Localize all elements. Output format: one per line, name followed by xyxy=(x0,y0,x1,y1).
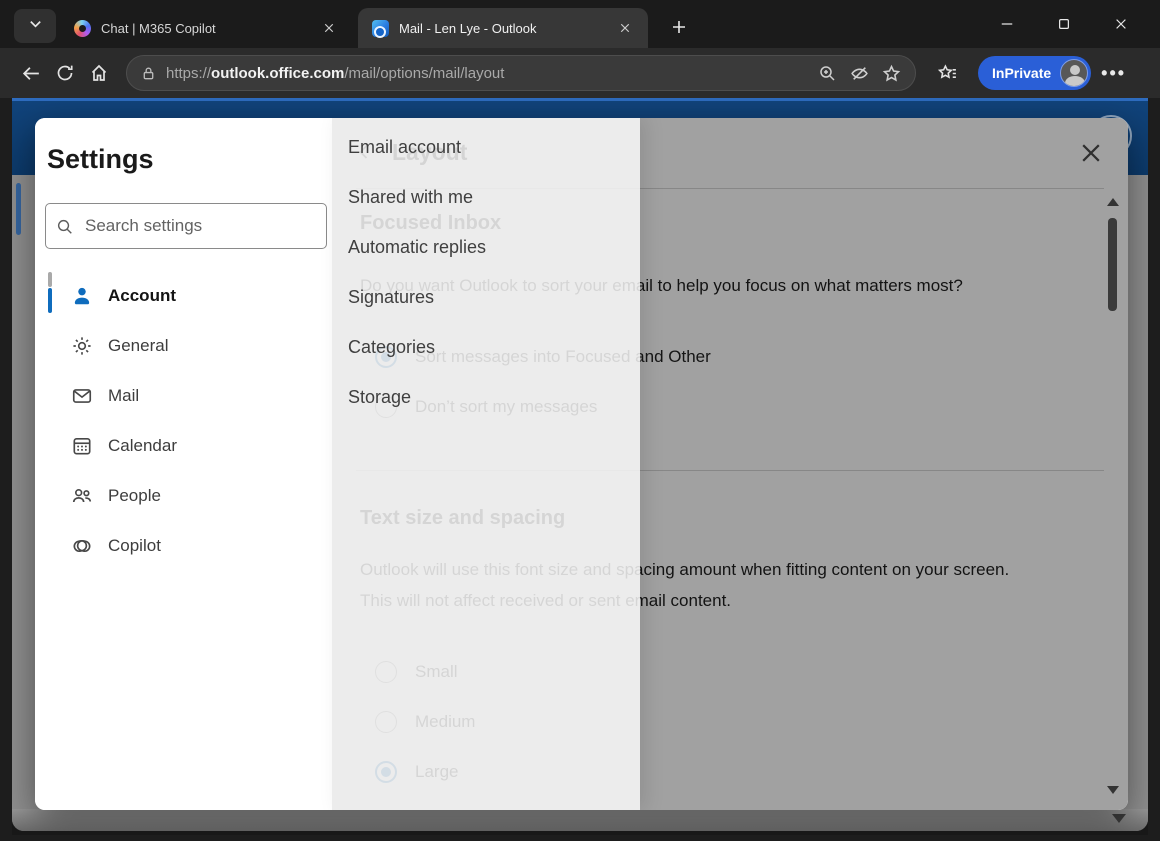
sidebar-item-calendar[interactable]: Calendar xyxy=(35,421,332,471)
new-tab-button[interactable] xyxy=(666,14,692,40)
tab-title: Mail - Len Lye - Outlook xyxy=(399,21,612,36)
search-input[interactable] xyxy=(83,215,316,237)
inprivate-label: InPrivate xyxy=(992,65,1051,81)
sidebar-item-account[interactable]: Account xyxy=(35,271,332,321)
address-bar[interactable]: https://outlook.office.com/mail/options/… xyxy=(126,55,916,91)
tab-copilot[interactable]: Chat | M365 Copilot xyxy=(60,8,352,48)
page-bottom-edge xyxy=(12,809,1148,831)
mail-icon xyxy=(70,384,94,408)
submenu-item-automatic-replies[interactable]: Automatic replies xyxy=(332,222,640,272)
outlook-page-dimmed: Settings Account Gener xyxy=(12,98,1148,831)
lock-icon xyxy=(141,66,156,81)
back-button[interactable] xyxy=(14,56,48,90)
more-menu-icon[interactable]: ••• xyxy=(1101,63,1126,84)
minimize-button[interactable] xyxy=(992,11,1022,37)
inprivate-badge[interactable]: InPrivate xyxy=(978,56,1091,90)
submenu-item-shared-with-me[interactable]: Shared with me xyxy=(332,172,640,222)
refresh-button[interactable] xyxy=(48,56,82,90)
settings-search-box[interactable] xyxy=(45,203,327,249)
person-icon xyxy=(70,284,94,308)
tab-close-icon[interactable] xyxy=(612,15,638,41)
browser-window: Chat | M365 Copilot Mail - Len Lye - Out… xyxy=(0,0,1160,841)
tab-search-button[interactable] xyxy=(14,9,56,43)
sidebar-item-people[interactable]: People xyxy=(35,471,332,521)
submenu-item-signatures[interactable]: Signatures xyxy=(332,272,640,322)
sidebar-item-label: Account xyxy=(108,286,176,306)
sidebar-item-general[interactable]: General xyxy=(35,321,332,371)
sidebar-item-mail[interactable]: Mail xyxy=(35,371,332,421)
sidebar-item-label: Calendar xyxy=(108,436,177,456)
favorite-star-icon[interactable] xyxy=(875,56,907,90)
sidebar-item-label: People xyxy=(108,486,161,506)
sidebar-item-label: Mail xyxy=(108,386,139,406)
sidebar-item-label: General xyxy=(108,336,168,356)
zoom-in-icon[interactable] xyxy=(811,56,843,90)
close-window-button[interactable] xyxy=(1106,11,1136,37)
url-text: https://outlook.office.com/mail/options/… xyxy=(166,65,811,82)
url-scheme: https:// xyxy=(166,65,211,82)
copilot-icon xyxy=(70,534,94,558)
submenu-item-email-account[interactable]: Email account xyxy=(332,122,640,172)
home-button[interactable] xyxy=(82,56,116,90)
browser-titlebar: Chat | M365 Copilot Mail - Len Lye - Out… xyxy=(0,0,1160,48)
browser-viewport: Settings Account Gener xyxy=(12,98,1148,835)
tracking-prevention-icon[interactable] xyxy=(843,56,875,90)
tab-title: Chat | M365 Copilot xyxy=(101,21,316,36)
tab-close-icon[interactable] xyxy=(316,15,342,41)
copilot-logo-icon xyxy=(74,20,91,37)
maximize-button[interactable] xyxy=(1049,11,1079,37)
chevron-down-icon xyxy=(28,16,43,36)
profile-avatar xyxy=(1060,59,1088,87)
outlook-logo-icon xyxy=(372,20,389,37)
tab-outlook[interactable]: Mail - Len Lye - Outlook xyxy=(358,8,648,48)
favorites-bar-icon[interactable] xyxy=(930,56,964,90)
app-rail-selection-indicator xyxy=(16,183,21,235)
url-host: outlook.office.com xyxy=(211,65,344,82)
settings-sidebar: Settings Account Gener xyxy=(35,118,332,810)
calendar-icon xyxy=(70,434,94,458)
people-icon xyxy=(70,484,94,508)
gear-icon xyxy=(70,334,94,358)
sidebar-item-label: Copilot xyxy=(108,536,161,556)
search-icon xyxy=(56,218,73,235)
sidebar-item-copilot[interactable]: Copilot xyxy=(35,521,332,571)
settings-dialog: Settings Account Gener xyxy=(35,118,1128,810)
settings-nav: Account General Mail Calendar xyxy=(35,271,332,571)
settings-title: Settings xyxy=(47,144,154,175)
submenu-item-categories[interactable]: Categories xyxy=(332,322,640,372)
url-path: /mail/options/mail/layout xyxy=(344,65,504,82)
account-submenu-panel: Email account Shared with me Automatic r… xyxy=(332,118,640,810)
page-scroll-down-icon xyxy=(1112,814,1126,823)
browser-toolbar: https://outlook.office.com/mail/options/… xyxy=(0,48,1160,98)
submenu-item-storage[interactable]: Storage xyxy=(332,372,640,422)
